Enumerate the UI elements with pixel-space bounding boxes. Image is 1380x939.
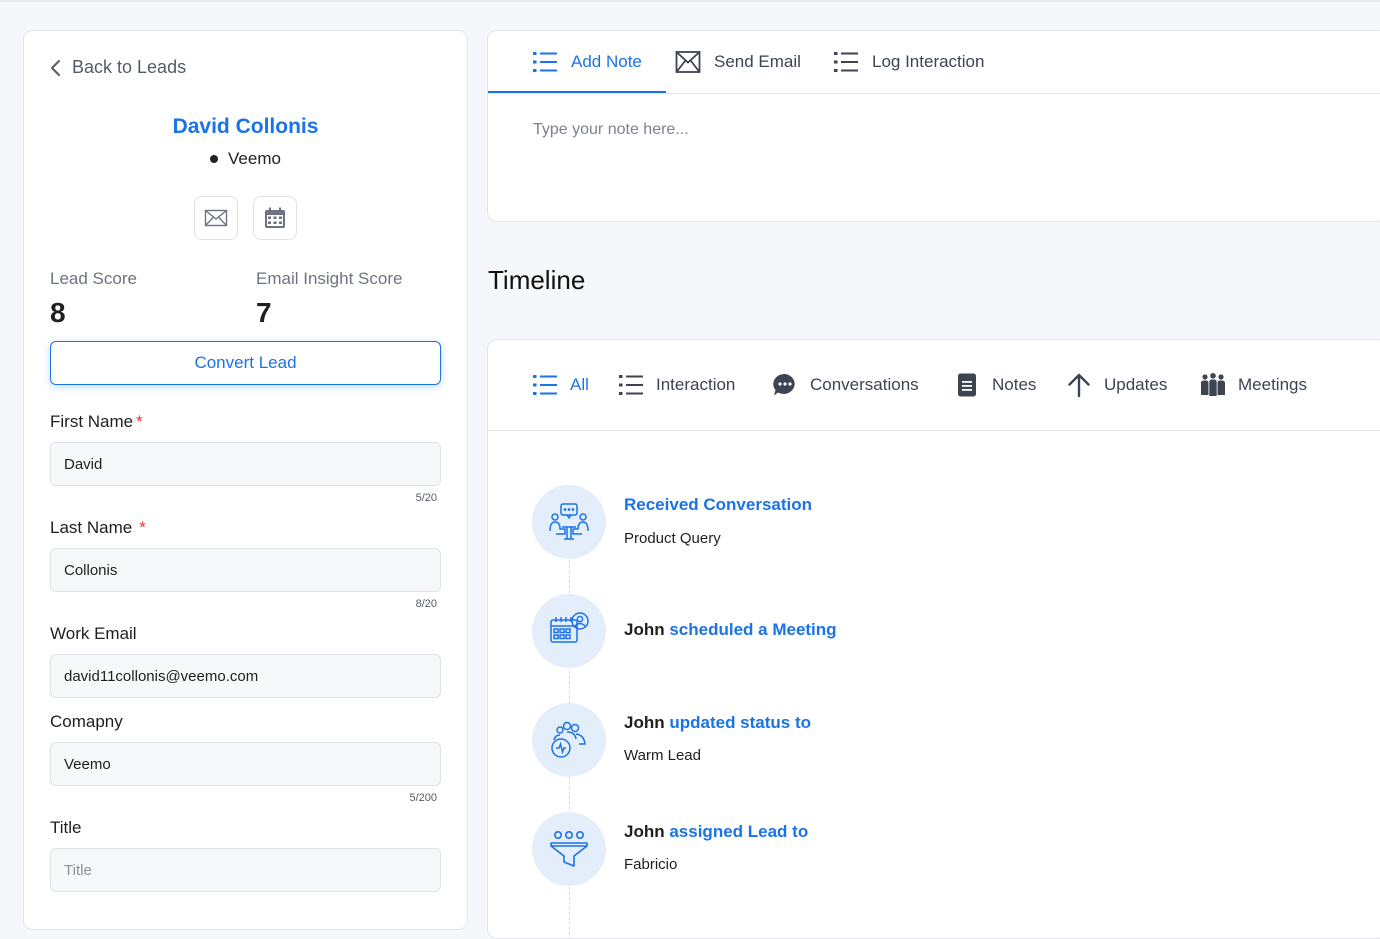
mail-icon — [204, 209, 228, 227]
tab-updates[interactable]: Updates — [1066, 340, 1167, 430]
lead-score-label: Lead Score — [50, 269, 137, 288]
back-link-label: Back to Leads — [72, 57, 187, 77]
timeline-card: All Interaction Conversations Notes Upda… — [487, 339, 1380, 939]
funnel-icon — [550, 830, 588, 867]
lead-name: David Collonis — [172, 115, 319, 138]
email-lead-button[interactable] — [194, 196, 238, 240]
lead-score-value: 8 — [50, 297, 66, 328]
work-email-input[interactable]: david11collonis@veemo.com — [50, 654, 441, 698]
required-marker: * — [136, 412, 143, 431]
timeline-item-title: John scheduled a Meeting — [624, 620, 837, 640]
conversation-icon — [549, 503, 589, 540]
timeline-item-detail: Fabricio — [624, 856, 678, 873]
list-icon — [834, 52, 858, 72]
note-textarea[interactable]: Type your note here... — [533, 121, 689, 139]
top-border — [0, 0, 1380, 2]
company-dot-icon — [210, 155, 219, 163]
first-name-label-text: First Name — [50, 412, 134, 431]
timeline-item-action: updated status to — [669, 713, 812, 732]
tab-send-email[interactable]: Send Email — [675, 31, 801, 93]
schedule-lead-button[interactable] — [253, 196, 297, 240]
tab-log-interaction[interactable]: Log Interaction — [833, 31, 984, 93]
timeline-item-actor: John — [624, 620, 665, 639]
tab-add-note[interactable]: Add Note — [532, 31, 642, 93]
company-input[interactable]: Veemo — [50, 742, 441, 786]
list-icon — [533, 52, 557, 72]
timeline-item-icon — [532, 812, 606, 886]
arrow-up-icon — [1068, 373, 1090, 398]
company-label: Comapny — [50, 712, 123, 731]
first-name-input[interactable]: David — [50, 442, 441, 486]
timeline-item-action: Received Conversation — [624, 495, 813, 514]
chevron-left-icon — [51, 59, 60, 76]
chat-icon — [773, 373, 795, 396]
work-email-label: Work Email — [50, 624, 137, 643]
list-icon — [533, 375, 557, 395]
timeline-item-title: John assigned Lead to — [624, 822, 808, 842]
document-icon — [958, 373, 976, 397]
first-name-counter: 5/20 — [415, 492, 437, 504]
list-icon — [619, 375, 643, 395]
lead-company: Veemo — [24, 149, 467, 169]
meeting-calendar-icon — [550, 612, 589, 643]
tab-label: Conversations — [810, 375, 919, 394]
first-name-label: First Name * — [50, 412, 143, 432]
status-people-icon — [551, 721, 586, 758]
company-counter: 5/200 — [409, 792, 437, 804]
timeline-item-title: Received Conversation — [624, 495, 812, 515]
note-tabs: Add Note Send Email Log Interaction — [488, 31, 1380, 94]
timeline-filter-tabs: All Interaction Conversations Notes Upda… — [488, 340, 1380, 431]
back-to-leads-link[interactable]: Back to Leads — [50, 57, 186, 78]
timeline-item-action: scheduled a Meeting — [669, 620, 837, 639]
timeline-item-title: John updated status to — [624, 713, 811, 733]
timeline-item-icon — [532, 485, 606, 559]
timeline-item-detail: Warm Lead — [624, 747, 701, 764]
required-marker: * — [139, 518, 146, 537]
tab-label: Log Interaction — [872, 52, 985, 71]
tab-notes[interactable]: Notes — [954, 340, 1036, 430]
tab-interaction[interactable]: Interaction — [618, 340, 735, 430]
note-composer: Add Note Send Email Log Interaction Type… — [487, 30, 1380, 222]
email-score-value: 7 — [256, 297, 272, 328]
tab-label: Send Email — [714, 52, 801, 71]
tab-label: Interaction — [656, 375, 736, 394]
tab-all[interactable]: All — [532, 340, 589, 430]
calendar-icon — [265, 207, 285, 228]
email-score-label: Email Insight Score — [256, 269, 403, 288]
convert-lead-button[interactable]: Convert Lead — [50, 341, 441, 385]
lead-details-panel: Back to Leads David Collonis Veemo Lead … — [23, 30, 468, 930]
tab-conversations[interactable]: Conversations — [772, 340, 919, 430]
tab-label: Notes — [992, 375, 1037, 394]
title-label: Title — [50, 818, 82, 837]
timeline-item-actor: John — [624, 713, 665, 732]
last-name-label: Last Name * — [50, 518, 146, 538]
tab-label: All — [570, 375, 589, 394]
timeline-item-icon — [532, 594, 606, 668]
company-name: Veemo — [228, 149, 281, 168]
group-icon — [1201, 373, 1225, 396]
tab-label: Add Note — [571, 52, 642, 71]
mail-icon — [675, 51, 701, 73]
timeline-item-actor: John — [624, 822, 665, 841]
timeline-heading: Timeline — [488, 265, 586, 295]
title-input[interactable]: Title — [50, 848, 441, 892]
tab-label: Updates — [1104, 375, 1168, 394]
last-name-label-text: Last Name — [50, 518, 133, 537]
last-name-input[interactable]: Collonis — [50, 548, 441, 592]
tab-label: Meetings — [1238, 375, 1307, 394]
timeline-item-icon — [532, 703, 606, 777]
timeline-item-detail: Product Query — [624, 530, 721, 547]
timeline-item-action: assigned Lead to — [669, 822, 809, 841]
last-name-counter: 8/20 — [415, 598, 437, 610]
tab-meetings[interactable]: Meetings — [1200, 340, 1307, 430]
active-tab-indicator — [488, 91, 666, 93]
